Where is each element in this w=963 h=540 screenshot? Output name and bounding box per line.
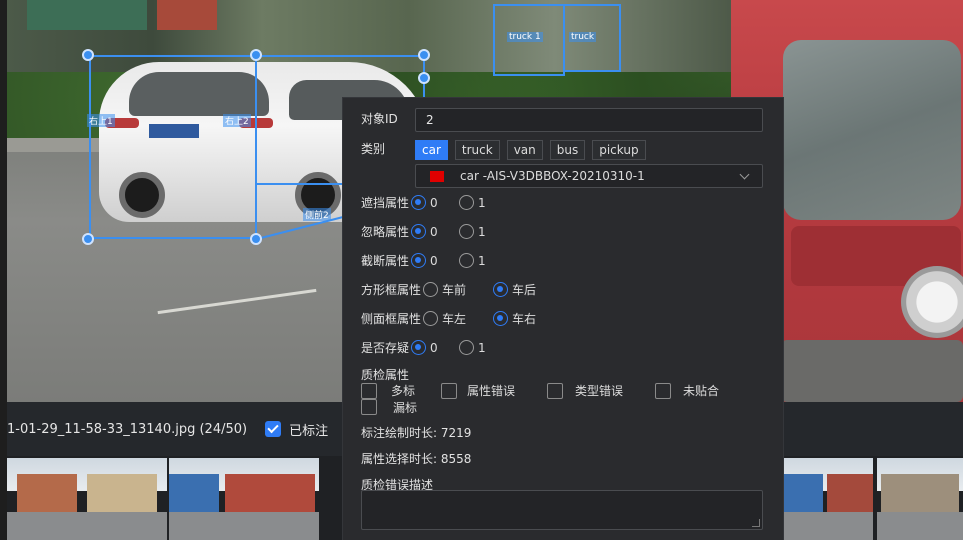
radio-option[interactable]: 1 [459,340,486,355]
checkbox[interactable] [441,382,457,399]
select-time: 属性选择时长: 8558 [361,452,472,466]
radio-button[interactable] [459,340,475,355]
radio-label: 0 [430,253,438,268]
object-id-input[interactable]: 2 [415,108,763,132]
thumbnail[interactable] [7,458,167,540]
attribute-label: 是否存疑 [361,341,410,355]
attribute-label: 方形框属性 [361,283,422,297]
class-tag-pickup[interactable]: pickup [592,140,646,160]
radio-option[interactable]: 0 [411,195,459,210]
radio-button[interactable] [459,195,475,210]
qc-option-missing[interactable] [361,399,377,415]
radio-button[interactable] [493,311,509,326]
bbox-label: truck [569,32,597,42]
radio-label: 0 [430,195,438,210]
resize-grip-icon[interactable] [752,519,760,527]
radio-button[interactable] [411,195,427,210]
bbox-handle[interactable] [418,49,430,61]
class-tag-van[interactable]: van [506,140,543,160]
radio-button[interactable] [459,253,475,268]
attribute-row: 忽略属性 0 1 [361,223,486,240]
attribute-row: 侧面框属性 车左 车右 [361,310,536,327]
attribute-label: 忽略属性 [361,225,410,239]
qc-option-missing-label: 漏标 [393,401,418,415]
radio-button[interactable] [411,253,427,268]
object-id-label: 对象ID [361,112,398,126]
bbox-label: 右上1 [87,114,115,127]
bbox-handle[interactable] [418,72,430,84]
attribute-label: 截断属性 [361,254,410,268]
thumbnail[interactable] [783,458,873,540]
radio-label: 1 [478,224,486,239]
labeled-checkbox[interactable]: 已标注 [265,420,328,439]
qc-options: 多标 属性错误 类型错误 未贴合 [361,382,719,399]
attribute-label: 侧面框属性 [361,312,422,326]
radio-option[interactable]: 0 [411,224,459,239]
bbox-label: 侧前2 [303,208,331,221]
class-tag-car[interactable]: car [415,140,448,160]
radio-label: 0 [430,224,438,239]
qc-option-not-fit[interactable]: 未贴合 [655,382,719,399]
file-name: 1-01-29_11-58-33_13140.jpg (24/50) [7,421,248,437]
bbox-label: 右上2 [223,114,251,127]
check-icon[interactable] [265,421,282,437]
attribute-row: 截断属性 0 1 [361,252,486,269]
radio-label: 1 [478,340,486,355]
class-color-swatch [430,170,444,182]
class-tag-truck[interactable]: truck [454,140,500,160]
radio-label: 车左 [442,312,467,326]
labeled-label: 已标注 [289,423,329,439]
radio-button[interactable] [493,282,509,297]
radio-option[interactable]: 1 [459,253,486,268]
qc-desc-textarea[interactable] [361,490,763,530]
qc-option-attr-error[interactable]: 属性错误 [441,382,547,399]
bbox-handle[interactable] [250,49,262,61]
draw-time: 标注绘制时长: 7219 [361,426,472,440]
thumbnail[interactable] [169,458,319,540]
radio-option[interactable]: 车右 [493,310,536,327]
qc-option-duplicate[interactable]: 多标 [361,382,441,399]
bbox-handle[interactable] [82,233,94,245]
chevron-down-icon [739,169,750,180]
radio-button[interactable] [411,224,427,239]
class-select[interactable]: car -AIS-V3DBBOX-20210310-1 [415,164,763,188]
attribute-row: 遮挡属性 0 1 [361,194,486,211]
radio-label: 车前 [442,283,467,297]
radio-button[interactable] [423,311,439,326]
checkbox[interactable] [361,399,377,415]
radio-button[interactable] [423,282,439,297]
thumbnail[interactable] [877,458,963,540]
radio-label: 车后 [512,283,537,297]
attribute-row: 是否存疑 0 1 [361,339,486,356]
bbox-handle[interactable] [82,49,94,61]
radio-option[interactable]: 0 [411,340,459,355]
radio-option[interactable]: 0 [411,253,459,268]
class-tags: car truck van bus pickup [415,140,653,160]
class-select-value: car -AIS-V3DBBOX-20210310-1 [460,169,645,183]
checkbox[interactable] [361,382,377,399]
radio-button[interactable] [459,224,475,239]
radio-option[interactable]: 车左 [423,310,493,327]
radio-option[interactable]: 1 [459,195,486,210]
qc-option-type-error[interactable]: 类型错误 [547,382,655,399]
bbox-handle[interactable] [250,233,262,245]
class-tag-bus[interactable]: bus [549,140,586,160]
attribute-row: 方形框属性 车前 车后 [361,281,536,298]
checkbox[interactable] [547,382,563,399]
radio-option[interactable]: 车前 [423,281,493,298]
radio-label: 1 [478,253,486,268]
attribute-panel: 对象ID 2 类别 car truck van bus pickup car -… [343,98,783,540]
radio-label: 1 [478,195,486,210]
qc-label: 质检属性 [361,368,410,382]
radio-label: 0 [430,340,438,355]
checkbox[interactable] [655,382,671,399]
bbox-label: truck 1 [507,32,543,42]
radio-option[interactable]: 1 [459,224,486,239]
class-label: 类别 [361,142,386,156]
attribute-label: 遮挡属性 [361,196,410,210]
radio-button[interactable] [411,340,427,355]
radio-label: 车右 [512,312,537,326]
radio-option[interactable]: 车后 [493,281,536,298]
